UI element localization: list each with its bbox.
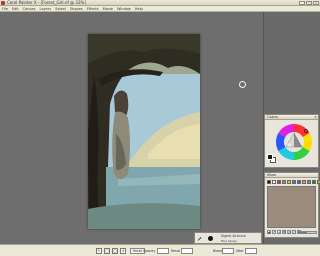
menu-file[interactable]: File xyxy=(2,6,8,12)
color-wheel[interactable] xyxy=(275,123,313,162)
oval-shape-icon[interactable]: ◯ xyxy=(112,248,118,254)
minimize-button[interactable]: _ xyxy=(299,1,305,5)
mixer-swatch[interactable] xyxy=(292,180,296,184)
mixer-panel-title: Mixer xyxy=(267,173,277,177)
resat-field[interactable] xyxy=(181,248,193,254)
mixer-swatch[interactable] xyxy=(307,180,311,184)
menu-help[interactable]: Help xyxy=(135,6,143,12)
menu-movie[interactable]: Movie xyxy=(103,6,113,12)
mixer-tool-icon[interactable]: ✥ xyxy=(282,230,286,234)
menu-canvas[interactable]: Canvas xyxy=(23,6,36,12)
color-wheel-graphic[interactable] xyxy=(275,123,313,161)
mixer-tools: ▲↗+✥◎○● xyxy=(267,230,301,234)
menu-window[interactable]: Window xyxy=(117,6,131,12)
brush-tool-icon[interactable]: ✎ xyxy=(96,248,102,254)
mixer-panel: Mixer ▲↗+✥◎○● xyxy=(264,172,320,238)
rotate-icon[interactable]: ↺ xyxy=(120,248,126,254)
jitter-label: Jitter xyxy=(236,249,244,253)
mixer-swatch[interactable] xyxy=(302,180,306,184)
mixer-swatch[interactable] xyxy=(267,180,271,184)
mixer-swatch[interactable] xyxy=(312,180,316,184)
brush-variant: Fine Spray xyxy=(221,239,237,243)
mixer-brush-size-slider[interactable] xyxy=(297,231,317,234)
mixer-panel-header[interactable]: Mixer xyxy=(265,173,318,178)
window-controls: _ □ × xyxy=(299,1,319,5)
mixer-swatch-row xyxy=(267,180,320,184)
colors-panel-close-icon[interactable]: × xyxy=(314,115,317,120)
menu-select[interactable]: Select xyxy=(55,6,66,12)
mixer-swatch[interactable] xyxy=(272,180,276,184)
mixer-pad[interactable] xyxy=(267,186,316,228)
bleed-label: Bleed xyxy=(213,249,223,253)
menu-edit[interactable]: Edit xyxy=(12,6,19,12)
rect-shape-icon[interactable]: ▢ xyxy=(104,248,110,254)
brush-variant-dot-icon[interactable] xyxy=(208,236,213,241)
maximize-button[interactable]: □ xyxy=(306,1,312,5)
colors-panel-title: Colors xyxy=(267,115,278,119)
close-button[interactable]: × xyxy=(313,1,319,5)
mixer-tool-icon[interactable]: ○ xyxy=(292,230,296,234)
jitter-field[interactable] xyxy=(245,248,257,254)
brush-name: Digital Airbrush xyxy=(221,234,246,238)
foreground-bank xyxy=(88,203,200,229)
mixer-slider-fill xyxy=(298,232,307,233)
mixer-tool-icon[interactable]: ↗ xyxy=(272,230,276,234)
workspace[interactable] xyxy=(0,12,263,244)
mixer-swatch[interactable] xyxy=(277,180,281,184)
resat-label: Resat xyxy=(171,249,180,253)
menu-layers[interactable]: Layers xyxy=(40,6,52,12)
mixer-tool-icon[interactable]: + xyxy=(277,230,281,234)
opacity-label: Opacity xyxy=(143,249,156,253)
menu-effects[interactable]: Effects xyxy=(87,6,99,12)
fg-bg-swatch[interactable] xyxy=(267,154,276,163)
mixer-tool-icon[interactable]: ▲ xyxy=(267,230,271,234)
painting-canvas[interactable] xyxy=(88,34,200,229)
mixer-swatch[interactable] xyxy=(287,180,291,184)
brush-cursor xyxy=(239,81,246,88)
brush-category-icon[interactable] xyxy=(197,236,202,241)
colors-panel: Colors × xyxy=(264,114,319,168)
mixer-swatch[interactable] xyxy=(282,180,286,184)
painting-artwork xyxy=(88,34,200,229)
mixer-tool-icon[interactable]: ◎ xyxy=(287,230,291,234)
foreground-color-swatch[interactable] xyxy=(267,154,273,160)
property-bar: ✎ ▢ ◯ ↺ Reset Opacity Resat Bleed Jitter xyxy=(0,244,320,256)
menu-shapes[interactable]: Shapes xyxy=(70,6,83,12)
app-icon xyxy=(1,1,5,5)
brush-selector[interactable]: Digital Airbrush Fine Spray xyxy=(194,232,262,244)
bleed-field[interactable] xyxy=(222,248,234,254)
colors-panel-header[interactable]: Colors × xyxy=(265,115,318,120)
opacity-field[interactable] xyxy=(157,248,169,254)
mixer-swatch[interactable] xyxy=(297,180,301,184)
